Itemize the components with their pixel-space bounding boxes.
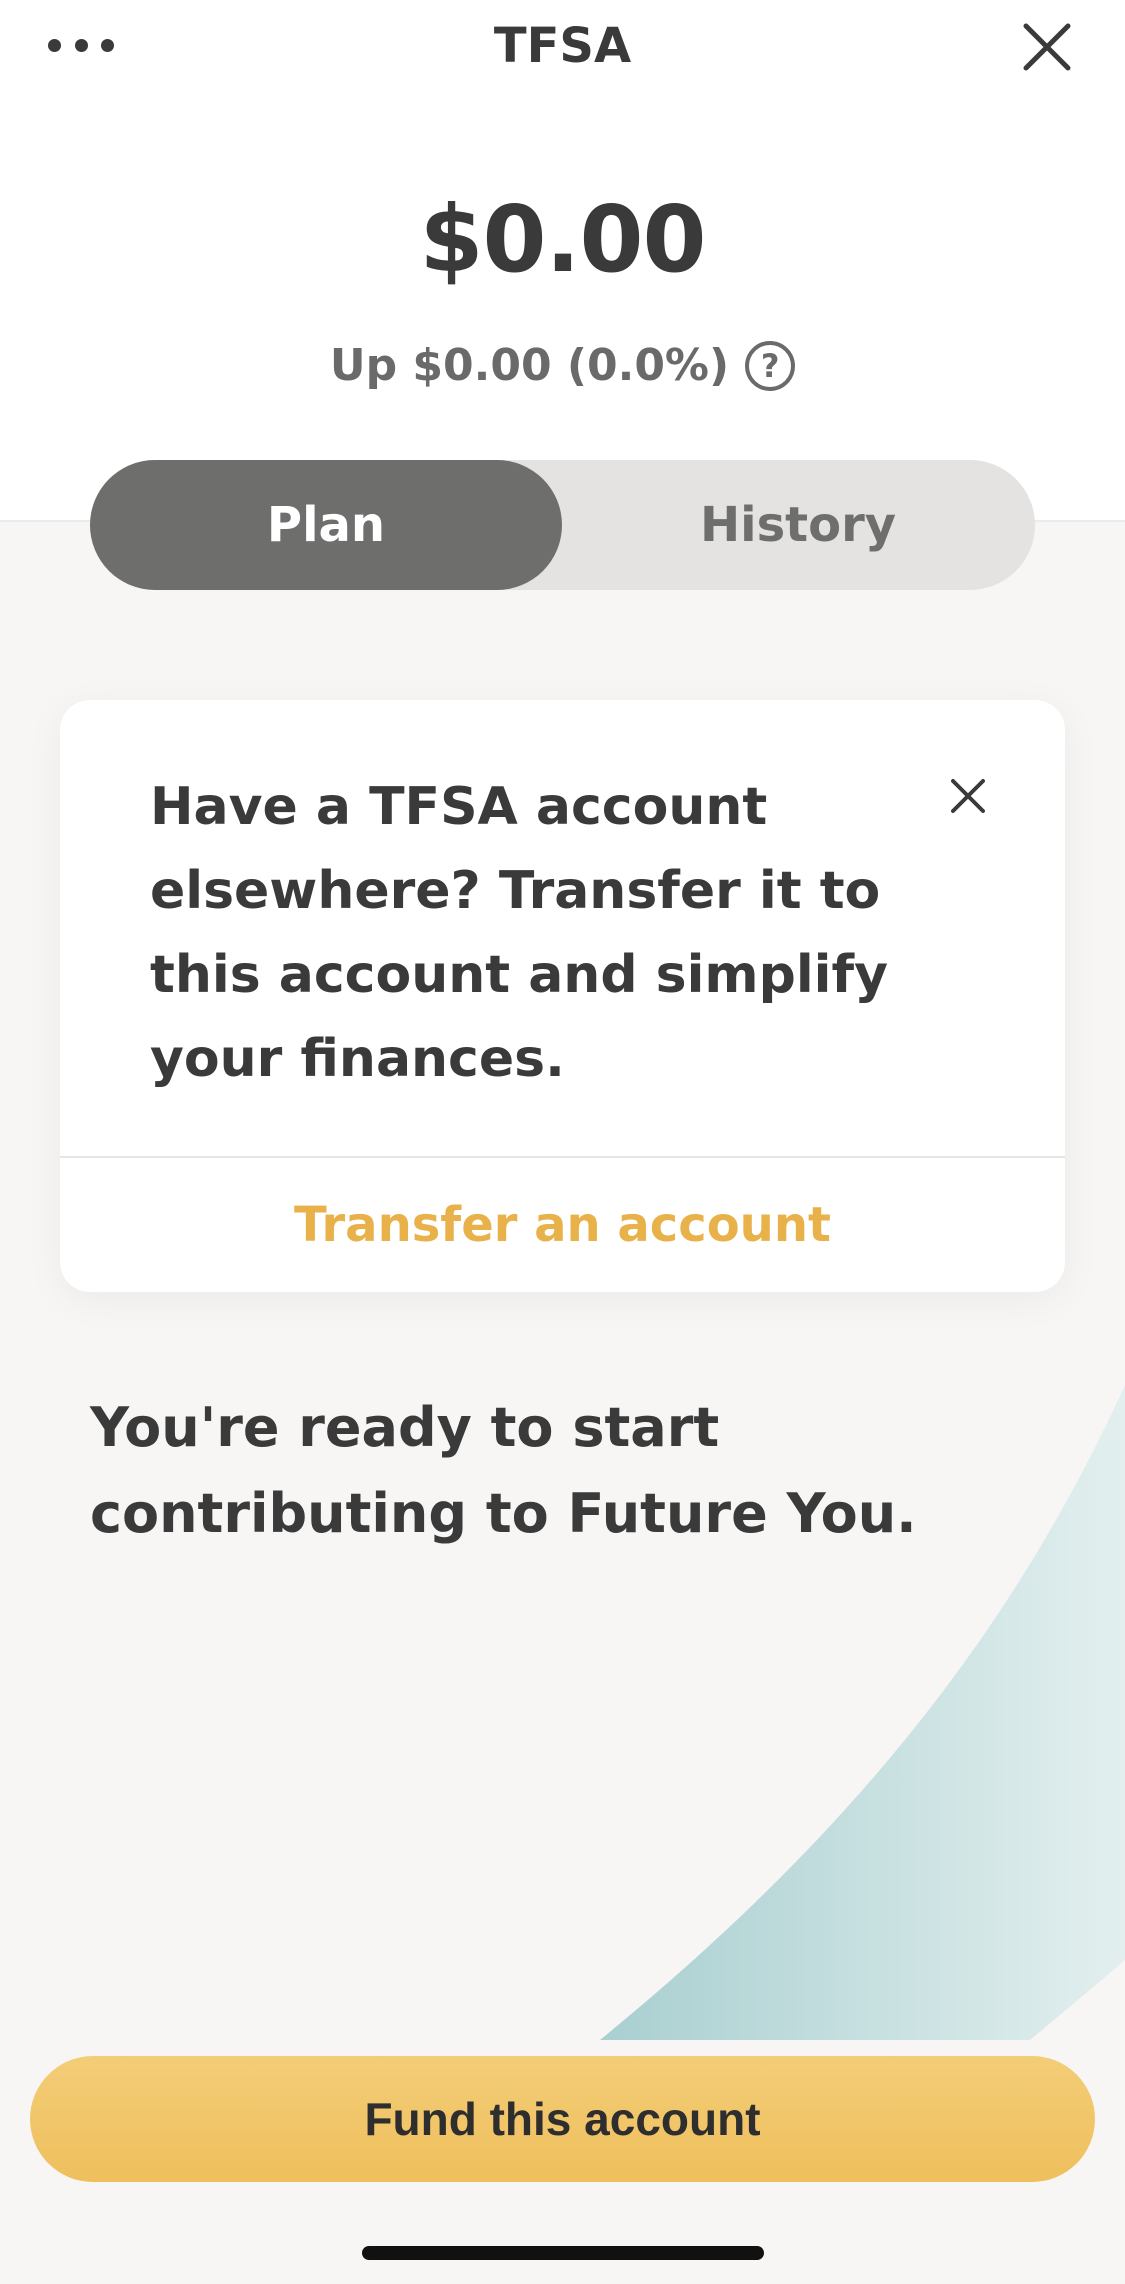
help-circle-icon[interactable]: ? (745, 341, 796, 391)
page-title: TFSA (493, 18, 632, 74)
balance-change-row: Up $0.00 (0.0%) ? (0, 336, 1125, 396)
home-indicator (362, 2246, 764, 2260)
transfer-promo-card: Have a TFSA account elsewhere? Transfer … (60, 700, 1065, 1292)
help-glyph: ? (760, 347, 780, 385)
fund-account-button[interactable]: Fund this account (30, 2056, 1095, 2182)
dismiss-card-close-icon[interactable] (950, 778, 986, 814)
account-header: TFSA $0.00 Up $0.00 (0.0%) ? (0, 0, 1125, 522)
account-balance: $0.00 (419, 186, 706, 293)
ready-message: You're ready to start contributing to Fu… (90, 1396, 917, 1545)
tab-history[interactable]: History (562, 460, 1034, 590)
close-icon[interactable] (1022, 22, 1072, 72)
transfer-account-link[interactable]: Transfer an account (60, 1158, 1065, 1292)
tab-plan[interactable]: Plan (90, 460, 562, 590)
plan-history-tabs: Plan History (90, 460, 1035, 590)
balance-change: Up $0.00 (0.0%) (329, 340, 730, 391)
promo-message: Have a TFSA account elsewhere? Transfer … (150, 777, 889, 1089)
